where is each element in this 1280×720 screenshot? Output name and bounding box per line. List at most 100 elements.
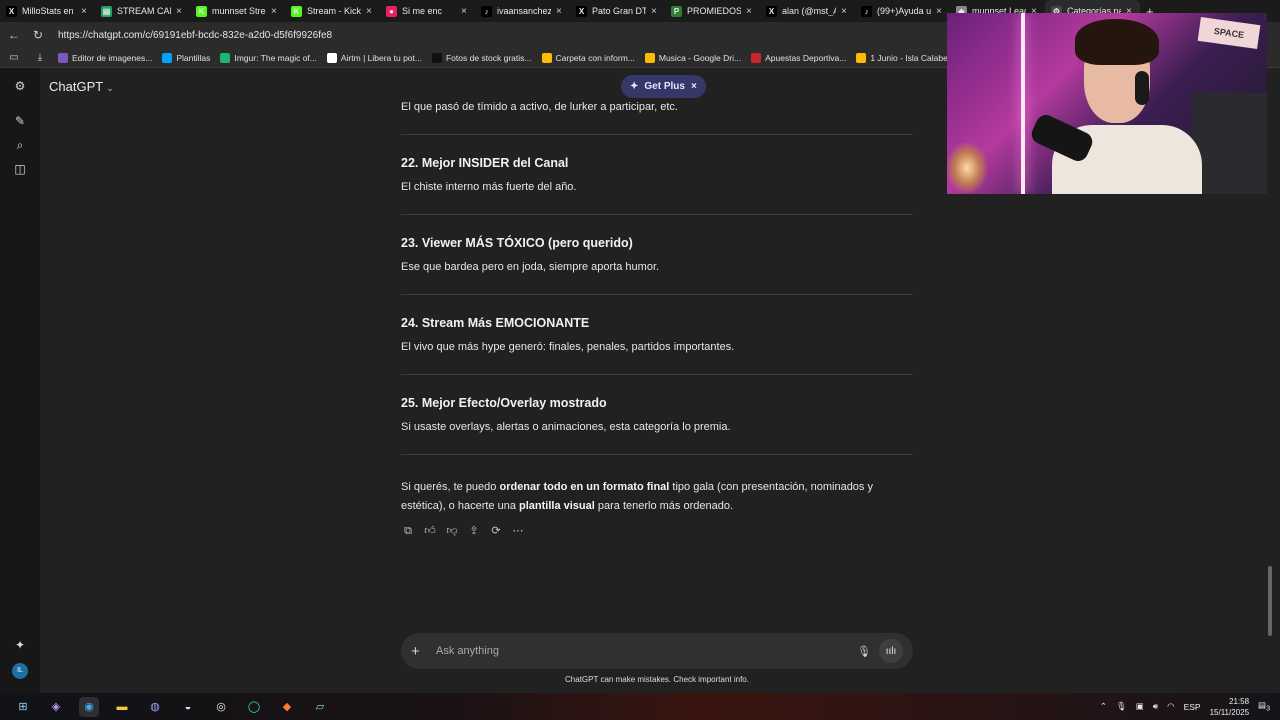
windows-start-icon[interactable]: ⊞ (13, 697, 33, 717)
discord-icon[interactable]: ◍ (145, 697, 165, 717)
copilot-icon[interactable]: ◈ (46, 697, 66, 717)
message-actions: ⧉ 👍︎ 👎︎ ⇪ ⟳ ⋯ (401, 524, 525, 538)
bookmark-favicon-icon (541, 52, 552, 63)
bookmark-label: Airtm | Libera tu pot... (340, 52, 422, 63)
tab-close-icon[interactable]: × (556, 6, 564, 17)
browser-tab[interactable]: K Stream - Kick × (285, 0, 380, 22)
tab-close-icon[interactable]: × (461, 6, 469, 17)
bookmark-favicon-icon (856, 52, 867, 63)
browser-tab[interactable]: X MilloStats en X × (0, 0, 95, 22)
share-icon[interactable]: ⇪ (467, 524, 481, 538)
system-tray: ⌃ 🎙︎ ▣ 🔊︎ ◠ ESP 21:58 15/11/2025 ▤3 (1100, 693, 1280, 720)
url-field[interactable]: https://chatgpt.com/c/69191ebf-bcdc-832e… (58, 30, 332, 41)
windows-taskbar: ⊞ ◈ ◉ ▬ ◍ ◒ ◎ ◯ ◆ ▱ ⌃ 🎙︎ ▣ 🔊︎ ◠ ESP 21:5… (0, 693, 1280, 720)
get-plus-label: Get Plus (644, 81, 685, 92)
get-plus-button[interactable]: ✦ Get Plus × (621, 75, 706, 98)
bookmark-favicon-icon (751, 52, 762, 63)
notification-icon[interactable]: ▤3 (1258, 700, 1270, 713)
browser-tab[interactable]: ♪ ivaansanchez × (475, 0, 570, 22)
bookmark-item[interactable]: Airtm | Libera tu pot... (326, 52, 422, 63)
browser-tab[interactable]: Kmunnset Strea × (190, 0, 285, 22)
tab-label: Stream - Kick (307, 6, 361, 16)
tab-label: PROMIEDOS - (687, 6, 741, 16)
microphone-icon[interactable]: 🎙︎ (1116, 701, 1127, 712)
language-indicator[interactable]: ESP (1184, 702, 1201, 712)
microphone-icon[interactable]: 🎙︎ (855, 645, 873, 658)
plus-icon[interactable]: + (411, 643, 431, 660)
scrollbar-thumb[interactable] (1268, 566, 1272, 636)
voice-mode-button[interactable]: ıılı (879, 639, 903, 663)
close-icon[interactable]: × (691, 81, 697, 92)
downloads-icon[interactable]: ⤓ (32, 52, 48, 63)
bookmark-favicon-icon (220, 52, 231, 63)
reload-icon[interactable]: ↻ (30, 28, 46, 42)
section-description: Si usaste overlays, alertas o animacione… (401, 421, 731, 433)
tab-close-icon[interactable]: × (651, 6, 659, 17)
bookmark-item[interactable]: 1 Junio - Isla Calabe... (856, 52, 955, 63)
new-chat-icon[interactable]: ✎ (12, 113, 28, 129)
avatar[interactable]: IL (12, 663, 28, 679)
tab-close-icon[interactable]: × (841, 6, 849, 17)
bookmark-item[interactable]: Fotos de stock gratis... (431, 52, 532, 63)
x-logo-icon: X (576, 5, 587, 17)
chevron-up-icon[interactable]: ⌃ (1100, 701, 1107, 712)
closing-paragraph: Si querés, te puedo ordenar todo en un f… (401, 478, 913, 516)
closing-text: para tenerlo más ordenado. (594, 500, 734, 512)
app-circle-icon[interactable]: ◯ (244, 697, 264, 717)
notes-icon[interactable]: ▱ (310, 697, 330, 717)
wifi-icon[interactable]: ◠ (1167, 701, 1174, 712)
divider (401, 134, 913, 135)
bookmark-favicon-icon (58, 52, 68, 63)
bookmark-label: Editor de imagenes... (72, 52, 153, 63)
browser-tab[interactable]: X Pato Gran DT × (570, 0, 665, 22)
bookmark-item[interactable]: Editor de imagenes... (58, 52, 153, 63)
copy-icon[interactable]: ⧉ (401, 524, 415, 538)
brave-icon[interactable]: ◆ (277, 697, 297, 717)
regenerate-icon[interactable]: ⟳ (489, 524, 503, 538)
clock[interactable]: 21:58 15/11/2025 (1210, 696, 1249, 718)
back-arrow-icon[interactable]: ← (6, 28, 22, 42)
streamer-hair (1075, 19, 1159, 65)
message-composer[interactable]: + Ask anything 🎙︎ ıılı (401, 633, 913, 669)
lamp-glow (947, 143, 987, 193)
thumbs-down-icon[interactable]: 👎︎ (445, 524, 459, 538)
display-icon[interactable]: ▣ (1136, 701, 1144, 712)
bookmark-item[interactable]: Carpeta con inform... (541, 52, 635, 63)
tab-close-icon[interactable]: × (271, 6, 279, 17)
wall-sign: SPACE (1197, 16, 1261, 50)
tab-close-icon[interactable]: × (746, 6, 754, 17)
tab-label: Si me enc (402, 6, 443, 16)
bookmark-item[interactable]: Apuestas Deportiva... (751, 52, 846, 63)
edge-browser-icon[interactable]: ◉ (79, 696, 99, 717)
thumbs-up-icon[interactable]: 👍︎ (423, 524, 437, 538)
chatgpt-logo-icon[interactable]: ⚙ (12, 78, 28, 94)
sidebar-toggle-icon[interactable]: ▭ (6, 52, 22, 63)
bookmark-item[interactable]: Musica - Google Dri... (644, 52, 741, 63)
volume-icon[interactable]: 🔊︎ (1153, 701, 1158, 712)
bookmark-item[interactable]: Imgur: The magic of... (220, 52, 317, 63)
tab-close-icon[interactable]: × (81, 6, 89, 17)
gaming-chair (1192, 93, 1267, 194)
section-description: El vivo que más hype generó: finales, pe… (401, 341, 735, 353)
browser-tab[interactable]: ● Si me enc × (380, 0, 475, 22)
model-selector[interactable]: ChatGPT ⌄ (49, 79, 114, 94)
bookmark-item[interactable]: Plantillas (162, 52, 210, 63)
tab-close-icon[interactable]: × (366, 6, 374, 17)
steam-icon[interactable]: ◒ (178, 697, 198, 717)
browser-tab[interactable]: ♪ (99+)Ayuda ur × (855, 0, 950, 22)
library-icon[interactable]: ◫ (12, 161, 28, 177)
bookmark-label: 1 Junio - Isla Calabe... (870, 52, 955, 63)
search-icon[interactable]: ⌕ (12, 137, 28, 153)
tab-close-icon[interactable]: × (936, 6, 944, 17)
prompt-input[interactable]: Ask anything (436, 645, 855, 657)
browser-tab[interactable]: P PROMIEDOS - × (665, 0, 760, 22)
upgrade-sparkle-icon[interactable]: ✦ (12, 637, 28, 653)
obs-icon[interactable]: ◎ (211, 697, 231, 717)
more-options-icon[interactable]: ⋯ (511, 524, 525, 538)
browser-tab[interactable]: Xalan (@mst_Al × (760, 0, 855, 22)
closing-bold-text: ordenar todo en un formato final (499, 481, 670, 493)
browser-tab[interactable]: ▤ STREAM CALE × (95, 0, 190, 22)
file-explorer-icon[interactable]: ▬ (112, 697, 132, 717)
category-section: 25. Mejor Efecto/Overlay mostrado Si usa… (401, 396, 913, 455)
tab-close-icon[interactable]: × (176, 6, 184, 17)
